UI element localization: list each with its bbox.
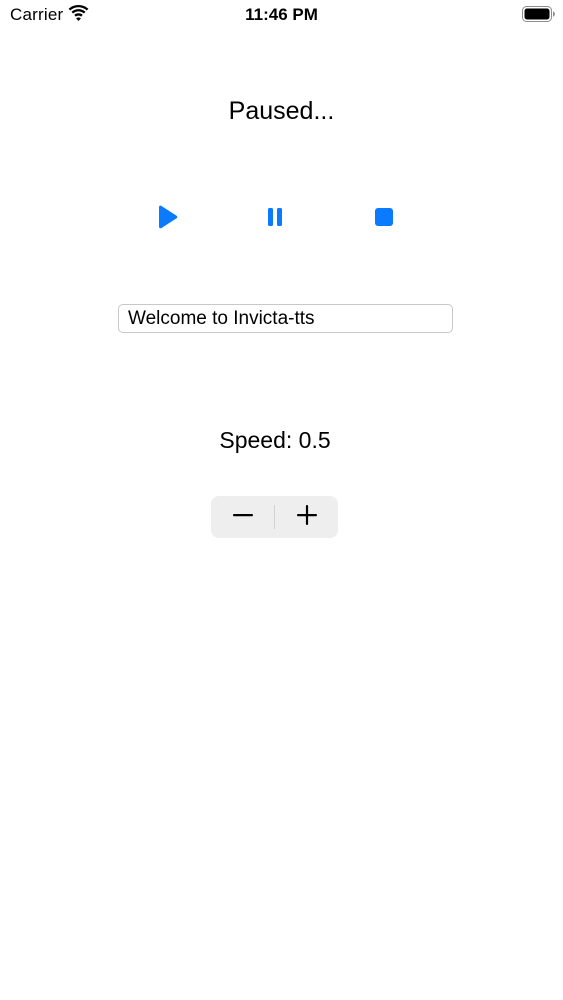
playback-status-label: Paused...: [228, 97, 335, 125]
speed-stepper: [211, 496, 338, 538]
stop-button[interactable]: [372, 207, 396, 231]
pause-icon: [266, 207, 284, 232]
battery-full-icon: [522, 6, 556, 22]
speech-text-input[interactable]: [118, 304, 453, 333]
speed-label: Speed: 0.5: [219, 427, 331, 453]
status-bar: Carrier 11:46 PM: [0, 0, 563, 30]
pause-button[interactable]: [263, 207, 287, 231]
increment-button[interactable]: [275, 496, 338, 538]
minus-icon: [232, 505, 253, 530]
play-button[interactable]: [155, 205, 179, 234]
decrement-button[interactable]: [211, 496, 274, 538]
plus-icon: [296, 504, 317, 530]
play-icon: [156, 205, 178, 234]
stop-icon: [374, 207, 394, 232]
status-time: 11:46 PM: [245, 5, 318, 24]
